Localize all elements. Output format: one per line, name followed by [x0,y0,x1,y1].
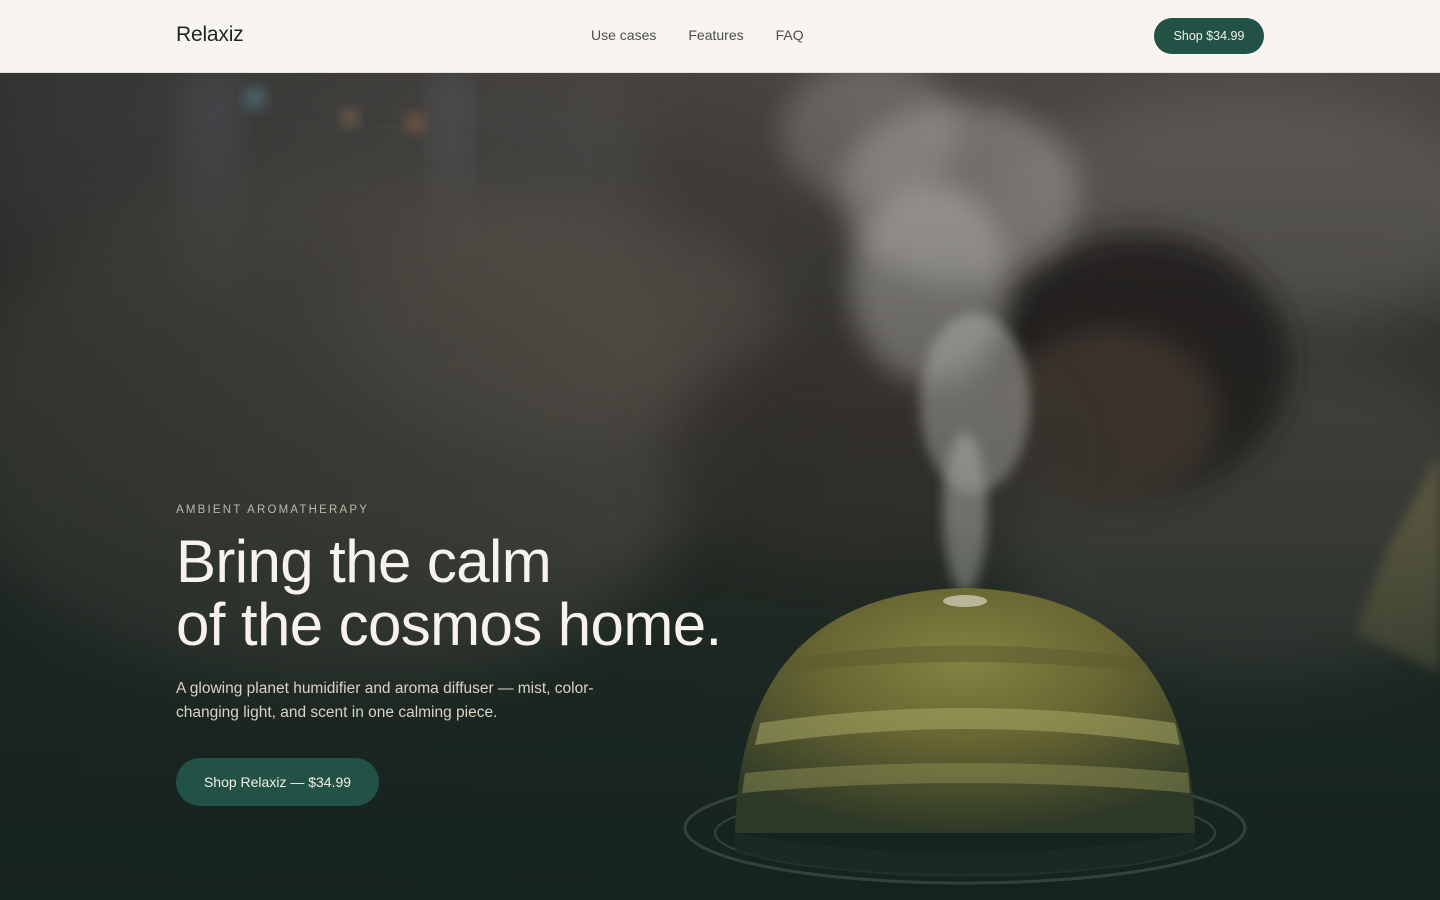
brand-logo[interactable]: Relaxiz [176,23,244,47]
hero-section: AMBIENT AROMATHERAPY Bring the calm of t… [0,73,1440,900]
hero-subtext: A glowing planet humidifier and aroma di… [176,680,594,721]
nav-link-use-cases[interactable]: Use cases [591,27,656,43]
hero-headline-line-1: Bring the calm [176,528,552,595]
hero-eyebrow: AMBIENT AROMATHERAPY [176,504,370,516]
top-nav: Relaxiz Use cases Features FAQ Shop $34.… [0,0,1440,73]
nav-links: Use cases Features FAQ [591,27,804,43]
nav-link-features[interactable]: Features [688,27,743,43]
shop-button[interactable]: Shop $34.99 [1154,18,1264,54]
shop-relaxiz-button[interactable]: Shop Relaxiz — $34.99 [176,758,379,806]
hero-headline: Bring the calm of the cosmos home. [176,530,796,656]
hero-content: AMBIENT AROMATHERAPY Bring the calm of t… [176,504,796,806]
nav-link-faq[interactable]: FAQ [776,27,804,43]
hero-headline-line-2: of the cosmos home. [176,591,722,658]
